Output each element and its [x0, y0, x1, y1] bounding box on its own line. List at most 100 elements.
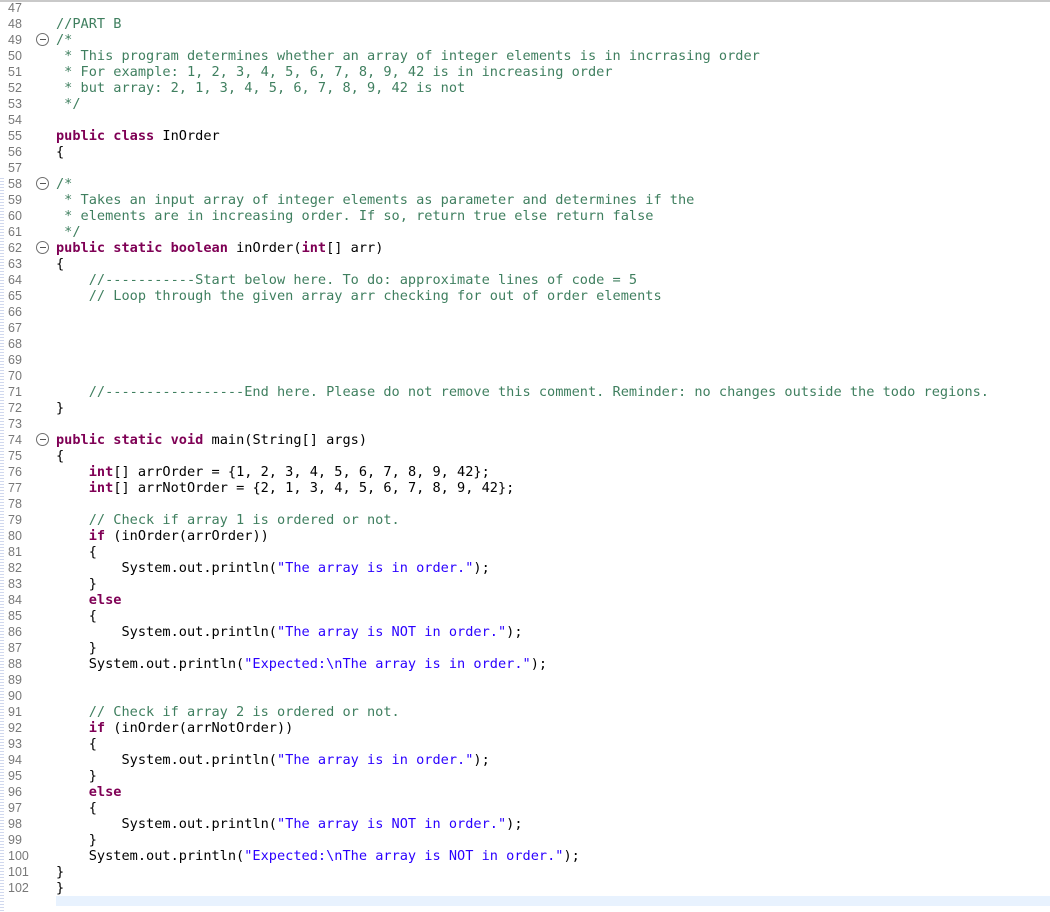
code-line[interactable]: 76 int[] arrOrder = {1, 2, 3, 4, 5, 6, 7… [0, 464, 1050, 480]
code-text[interactable]: else [56, 784, 122, 800]
code-line[interactable]: 55 public class InOrder [0, 128, 1050, 144]
code-line[interactable]: 69 [0, 352, 1050, 368]
code-line[interactable]: 80 if (inOrder(arrOrder)) [0, 528, 1050, 544]
code-line[interactable]: 61 */ [0, 224, 1050, 240]
code-text[interactable]: //PART B [56, 16, 121, 32]
code-line[interactable]: 52 * but array: 2, 1, 3, 4, 5, 6, 7, 8, … [0, 80, 1050, 96]
code-line[interactable]: 95 } [0, 768, 1050, 784]
code-text[interactable]: int[] arrNotOrder = {2, 1, 3, 4, 5, 6, 7… [56, 480, 515, 496]
code-line[interactable]: 86 System.out.println("The array is NOT … [0, 624, 1050, 640]
code-line[interactable]: 79 // Check if array 1 is ordered or not… [0, 512, 1050, 528]
code-line[interactable]: 78 [0, 496, 1050, 512]
code-text[interactable]: else [56, 592, 122, 608]
code-text[interactable]: //-----------Start below here. To do: ap… [56, 272, 637, 288]
code-line[interactable]: 87 } [0, 640, 1050, 656]
code-line[interactable]: 58 /* [0, 176, 1050, 192]
code-text[interactable]: } [56, 880, 64, 896]
code-line[interactable]: 91 // Check if array 2 is ordered or not… [0, 704, 1050, 720]
code-text[interactable]: if (inOrder(arrNotOrder)) [56, 720, 294, 736]
code-line[interactable]: 59 * Takes an input array of integer ele… [0, 192, 1050, 208]
code-text[interactable]: } [56, 864, 64, 880]
code-line[interactable]: 101} [0, 864, 1050, 880]
code-line[interactable]: 74 public static void main(String[] args) [0, 432, 1050, 448]
code-text[interactable]: { [56, 256, 64, 272]
code-line[interactable]: 96 else [0, 784, 1050, 800]
code-line[interactable]: 73 [0, 416, 1050, 432]
code-line[interactable]: 66 [0, 304, 1050, 320]
code-text[interactable]: { [56, 144, 64, 160]
code-text[interactable]: // Check if array 1 is ordered or not. [56, 512, 400, 528]
code-line[interactable]: 88 System.out.println("Expected:\nThe ar… [0, 656, 1050, 672]
code-text[interactable]: * but array: 2, 1, 3, 4, 5, 6, 7, 8, 9, … [56, 80, 465, 96]
code-text[interactable]: if (inOrder(arrOrder)) [56, 528, 269, 544]
code-line[interactable]: 67 [0, 320, 1050, 336]
code-line[interactable]: 84 else [0, 592, 1050, 608]
code-text[interactable]: System.out.println("The array is NOT in … [56, 816, 522, 832]
code-line[interactable]: 100 System.out.println("Expected:\nThe a… [0, 848, 1050, 864]
code-line[interactable]: 77 int[] arrNotOrder = {2, 1, 3, 4, 5, 6… [0, 480, 1050, 496]
code-line[interactable]: 49 /* [0, 32, 1050, 48]
code-line[interactable]: 93 { [0, 736, 1050, 752]
code-text[interactable]: } [56, 640, 97, 656]
code-line[interactable]: 85 { [0, 608, 1050, 624]
code-text[interactable]: public static void main(String[] args) [56, 432, 367, 448]
code-line[interactable]: 57 [0, 160, 1050, 176]
code-text[interactable]: { [56, 544, 97, 560]
code-line[interactable]: 81 { [0, 544, 1050, 560]
code-line[interactable]: 90 [0, 688, 1050, 704]
code-line[interactable]: 82 System.out.println("The array is in o… [0, 560, 1050, 576]
code-line[interactable]: 70 [0, 368, 1050, 384]
code-text[interactable]: } [56, 768, 97, 784]
code-line[interactable]: 94 System.out.println("The array is in o… [0, 752, 1050, 768]
code-text[interactable]: System.out.println("Expected:\nThe array… [56, 656, 547, 672]
code-text[interactable]: { [56, 800, 97, 816]
code-text[interactable]: * This program determines whether an arr… [56, 48, 760, 64]
code-line[interactable]: 98 System.out.println("The array is NOT … [0, 816, 1050, 832]
fold-collapse-icon[interactable] [36, 433, 49, 446]
code-text[interactable]: * Takes an input array of integer elemen… [56, 192, 694, 208]
code-text[interactable]: } [56, 832, 97, 848]
code-text[interactable]: { [56, 608, 97, 624]
code-text[interactable]: * For example: 1, 2, 3, 4, 5, 6, 7, 8, 9… [56, 64, 612, 80]
code-line[interactable]: 102} [0, 880, 1050, 896]
code-line[interactable]: 51 * For example: 1, 2, 3, 4, 5, 6, 7, 8… [0, 64, 1050, 80]
code-text[interactable]: System.out.println("The array is in orde… [56, 752, 489, 768]
code-text[interactable]: // Loop through the given array arr chec… [56, 288, 662, 304]
code-line[interactable]: 63 { [0, 256, 1050, 272]
code-line[interactable]: 60 * elements are in increasing order. I… [0, 208, 1050, 224]
code-text[interactable]: } [56, 400, 64, 416]
code-text[interactable]: } [56, 576, 97, 592]
code-text[interactable]: * elements are in increasing order. If s… [56, 208, 653, 224]
code-text[interactable]: { [56, 736, 97, 752]
code-line[interactable]: 64 //-----------Start below here. To do:… [0, 272, 1050, 288]
code-line[interactable]: 50 * This program determines whether an … [0, 48, 1050, 64]
code-line[interactable]: 89 [0, 672, 1050, 688]
code-line[interactable]: 83 } [0, 576, 1050, 592]
code-line[interactable]: 99 } [0, 832, 1050, 848]
code-line[interactable]: 97 { [0, 800, 1050, 816]
code-text[interactable]: // Check if array 2 is ordered or not. [56, 704, 400, 720]
code-line[interactable]: 75 { [0, 448, 1050, 464]
fold-collapse-icon[interactable] [36, 33, 49, 46]
code-line[interactable]: 71 //-----------------End here. Please d… [0, 384, 1050, 400]
code-line[interactable]: 68 [0, 336, 1050, 352]
code-text[interactable]: /* [56, 176, 72, 192]
code-line[interactable]: 54 [0, 112, 1050, 128]
code-line[interactable]: 53 */ [0, 96, 1050, 112]
code-text[interactable]: /* [56, 32, 72, 48]
code-line[interactable]: 72} [0, 400, 1050, 416]
code-text[interactable]: public class InOrder [56, 128, 220, 144]
code-text[interactable]: */ [56, 224, 80, 240]
fold-collapse-icon[interactable] [36, 177, 49, 190]
code-line[interactable]: 62 public static boolean inOrder(int[] ar… [0, 240, 1050, 256]
code-line[interactable]: 92 if (inOrder(arrNotOrder)) [0, 720, 1050, 736]
code-text[interactable]: */ [56, 96, 80, 112]
code-line[interactable]: 56 { [0, 144, 1050, 160]
code-text[interactable]: System.out.println("Expected:\nThe array… [56, 848, 580, 864]
code-text[interactable]: System.out.println("The array is in orde… [56, 560, 489, 576]
code-line[interactable]: 48 //PART B [0, 16, 1050, 32]
code-text[interactable]: System.out.println("The array is NOT in … [56, 624, 522, 640]
code-text[interactable]: int[] arrOrder = {1, 2, 3, 4, 5, 6, 7, 8… [56, 464, 490, 480]
fold-collapse-icon[interactable] [36, 241, 49, 254]
code-editor[interactable]: 47 48//PART B 49/* 50 * This program determ… [0, 0, 1050, 904]
